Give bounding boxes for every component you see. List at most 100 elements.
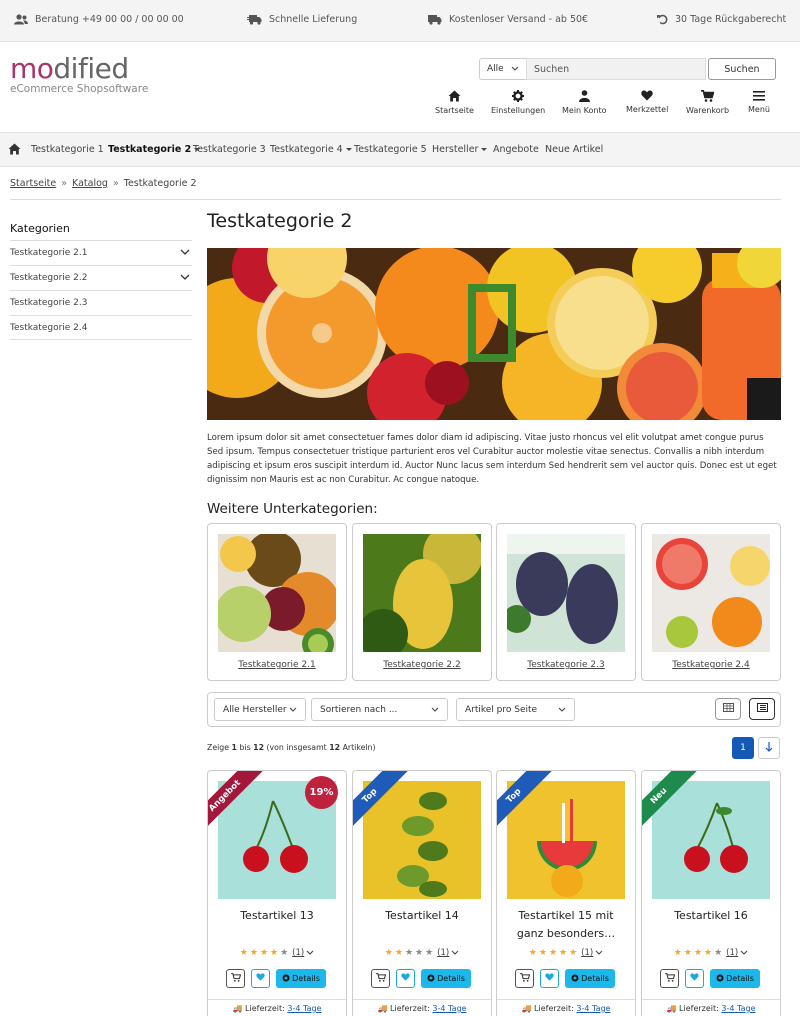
subcategory-card-2-2[interactable]: Testkategorie 2.2: [352, 523, 492, 681]
nav-item-testkategorie-3[interactable]: Testkategorie 3: [193, 144, 266, 155]
nav-item-testkategorie-2[interactable]: Testkategorie 2: [108, 144, 201, 155]
header-home[interactable]: Startseite: [435, 90, 474, 115]
chevron-down-icon[interactable]: [595, 948, 603, 958]
product-card[interactable]: Neu Testartikel 16 ★ ★ ★ ★ ★ (1) Details 🚚 Li…: [641, 770, 781, 1016]
chevron-down-icon: [558, 705, 566, 715]
search-input[interactable]: [526, 58, 706, 80]
product-name[interactable]: Testartikel 16: [642, 907, 780, 925]
product-name[interactable]: Testartikel 13: [208, 907, 346, 925]
product-card[interactable]: Top Testartikel 14 ★ ★ ★ ★ ★ (1) Details 🚚 Li…: [352, 770, 492, 1016]
product-image[interactable]: [507, 781, 625, 899]
rating-count[interactable]: (1): [581, 948, 593, 958]
star-icon: ★: [239, 947, 248, 958]
add-to-cart-button[interactable]: [515, 969, 534, 988]
chevron-down-icon[interactable]: [451, 948, 459, 958]
chevron-down-icon[interactable]: [180, 273, 190, 283]
details-button[interactable]: Details: [421, 969, 471, 988]
pagination-next-button[interactable]: [758, 737, 780, 759]
subcategory-card-2-3[interactable]: Testkategorie 2.3: [496, 523, 636, 681]
fast-delivery-info: Schnelle Lieferung: [247, 14, 357, 25]
nav-item-hersteller[interactable]: Hersteller: [432, 144, 488, 155]
breadcrumb-current: Testkategorie 2: [123, 178, 197, 189]
chevron-down-icon[interactable]: [180, 248, 190, 258]
eye-icon: [427, 974, 435, 984]
add-to-wishlist-button[interactable]: [396, 969, 415, 988]
heart-icon: [401, 973, 410, 984]
truck-icon: 🚚: [521, 1004, 532, 1013]
add-to-cart-button[interactable]: [226, 969, 245, 988]
star-icon: ★: [693, 947, 703, 958]
subcategory-image[interactable]: [507, 534, 625, 652]
per-page-select[interactable]: Artikel pro Seite: [456, 698, 575, 721]
product-card[interactable]: Top Testartikel 15 mit ganz besonders… ★…: [496, 770, 636, 1016]
subcategory-card-2-1[interactable]: Testkategorie 2.1: [207, 523, 347, 681]
product-card[interactable]: Angebot 19% Testartikel 13 ★ ★ ★ ★ ★ (1) Deta…: [207, 770, 347, 1016]
nav-item-testkategorie-4[interactable]: Testkategorie 4: [270, 144, 352, 155]
product-rating[interactable]: ★ ★ ★ ★ ★ (1): [208, 948, 346, 958]
header-account[interactable]: Mein Konto: [562, 90, 607, 115]
sidebar-item-2-1[interactable]: Testkategorie 2.1: [10, 240, 192, 265]
product-rating[interactable]: ★ ★ ★ ★ ★ (1): [497, 948, 635, 958]
subcategory-image[interactable]: [363, 534, 481, 652]
star-icon: ★: [270, 947, 279, 958]
sidebar-item-2-3[interactable]: Testkategorie 2.3: [10, 290, 192, 315]
rating-count[interactable]: (1): [726, 948, 738, 958]
breadcrumb-catalog[interactable]: Katalog: [72, 178, 108, 189]
star-icon: ★: [249, 947, 258, 958]
page-title: Testkategorie 2: [207, 210, 353, 232]
free-shipping-info: Kostenloser Versand - ab 50€: [428, 14, 588, 25]
breadcrumb-home[interactable]: Startseite: [10, 178, 56, 189]
user-icon: [578, 90, 590, 106]
product-rating[interactable]: ★ ★ ★ ★ ★ (1): [353, 948, 491, 958]
listing-filter-bar: Alle Hersteller Sortieren nach ... Artik…: [207, 692, 781, 727]
cart-icon: [375, 972, 386, 985]
caret-down-icon: [345, 148, 352, 151]
nav-item-testkategorie-1[interactable]: Testkategorie 1: [31, 144, 104, 155]
header-settings[interactable]: Einstellungen: [491, 90, 545, 115]
subcategory-image[interactable]: [218, 534, 336, 652]
add-to-wishlist-button[interactable]: [251, 969, 270, 988]
header-cart[interactable]: Warenkorb: [686, 90, 729, 115]
nav-home-icon[interactable]: [8, 143, 21, 158]
add-to-cart-button[interactable]: [371, 969, 390, 988]
eye-icon: [716, 974, 724, 984]
sidebar-item-2-2[interactable]: Testkategorie 2.2: [10, 265, 192, 290]
subcategory-card-2-4[interactable]: Testkategorie 2.4: [641, 523, 781, 681]
header-wishlist[interactable]: Merkzettel: [626, 90, 668, 114]
product-image[interactable]: [652, 781, 770, 899]
manufacturer-select[interactable]: Alle Hersteller: [214, 698, 306, 721]
category-nav: Testkategorie 1 Testkategorie 2 Testkate…: [0, 132, 800, 167]
sort-select[interactable]: Sortieren nach ...: [311, 698, 448, 721]
search-button[interactable]: Suchen: [708, 58, 776, 80]
star-icon: ★: [404, 947, 414, 958]
truck-icon: 🚚: [377, 1004, 388, 1013]
product-name[interactable]: Testartikel 14: [353, 907, 491, 925]
add-to-cart-button[interactable]: [660, 969, 679, 988]
details-button[interactable]: Details: [276, 969, 326, 988]
search-scope-select[interactable]: Alle: [479, 58, 526, 80]
grid-view-button[interactable]: [715, 698, 741, 720]
add-to-wishlist-button[interactable]: [540, 969, 559, 988]
details-button[interactable]: Details: [565, 969, 615, 988]
product-name[interactable]: Testartikel 15 mit ganz besonders…: [497, 907, 635, 943]
rating-count[interactable]: (1): [437, 948, 449, 958]
nav-item-angebote[interactable]: Angebote: [493, 144, 539, 155]
chevron-down-icon[interactable]: [306, 948, 314, 958]
category-description: Lorem ipsum dolor sit amet consectetuer …: [207, 433, 777, 485]
product-image[interactable]: [363, 781, 481, 899]
add-to-wishlist-button[interactable]: [685, 969, 704, 988]
nav-item-neue-artikel[interactable]: Neue Artikel: [545, 144, 603, 155]
list-view-button[interactable]: [749, 698, 775, 720]
product-rating[interactable]: ★ ★ ★ ★ ★ (1): [642, 948, 780, 958]
star-icon: ★: [704, 947, 713, 958]
sidebar-item-2-4[interactable]: Testkategorie 2.4: [10, 315, 192, 340]
nav-item-testkategorie-5[interactable]: Testkategorie 5: [354, 144, 427, 155]
header-menu[interactable]: Menü: [748, 90, 770, 114]
shop-logo[interactable]: modified eCommerce Shopsoftware: [10, 55, 148, 96]
rating-count[interactable]: (1): [292, 948, 304, 958]
subcategory-image[interactable]: [652, 534, 770, 652]
pagination-page-1[interactable]: 1: [732, 737, 754, 759]
chevron-down-icon[interactable]: [740, 948, 748, 958]
details-button[interactable]: Details: [710, 969, 760, 988]
chevron-down-icon: [431, 705, 439, 715]
